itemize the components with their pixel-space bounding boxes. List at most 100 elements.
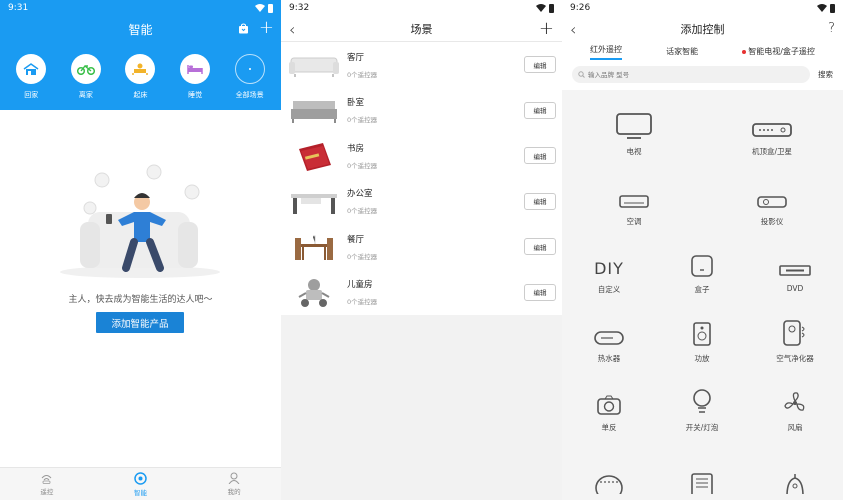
list-item[interactable]: 客厅 0个遥控器 编辑	[281, 42, 562, 88]
edit-button[interactable]: 编辑	[524, 56, 556, 73]
device-label: 盒子	[694, 285, 710, 294]
device-dvd[interactable]: DVD	[745, 242, 843, 293]
remote-icon	[41, 474, 52, 484]
set-top-box-icon	[752, 123, 792, 137]
smart-icon	[134, 471, 147, 485]
smart-header-panel: 9:31 智能 + 回家 离家 起床 睡觉 全部场景	[0, 0, 281, 110]
add-icon[interactable]: +	[539, 18, 554, 39]
nav-mine[interactable]: 我的	[187, 468, 281, 500]
help-icon[interactable]: ?	[828, 21, 835, 36]
add-smart-product-button[interactable]: 添加智能产品	[96, 312, 184, 333]
device-camera[interactable]: 单反	[562, 380, 659, 433]
edit-button[interactable]: 编辑	[524, 101, 556, 119]
status-time: 9:32	[289, 3, 310, 13]
control-tabs: 红外遥控 话家智能 智能电视/盒子遥控	[562, 42, 843, 60]
room-list: 客厅 0个遥控器 编辑 卧室 0个遥控器 编辑 书房 0个遥控器 编辑 办公室 0个遥控…	[281, 42, 562, 315]
scene-label: 全部场景	[235, 91, 264, 99]
wifi-icon	[255, 4, 265, 12]
device-label: 机顶盒/卫星	[751, 147, 793, 156]
device-projector[interactable]: 投影仪	[722, 174, 822, 227]
room-name: 客厅	[347, 52, 365, 63]
wake-up-icon	[132, 63, 149, 75]
room-remote-count: 0个遥控器	[347, 207, 378, 216]
device-air-purifier[interactable]: 空气净化器	[745, 311, 843, 364]
nav-label: 遥控	[40, 487, 54, 496]
tv-icon	[616, 113, 652, 139]
device-air-conditioner[interactable]: 空调	[584, 174, 684, 227]
device-heater[interactable]	[652, 458, 752, 494]
nav-remote[interactable]: 遥控	[0, 468, 94, 500]
bed-icon	[187, 65, 203, 74]
books-icon	[299, 142, 331, 171]
room-name: 儿童房	[347, 280, 373, 291]
device-amplifier[interactable]: 功放	[652, 311, 752, 364]
back-icon[interactable]: ‹	[570, 20, 576, 39]
tab-smart-tv[interactable]: 智能电视/盒子遥控	[742, 46, 815, 60]
device-set-top-box[interactable]: 机顶盒/卫星	[722, 104, 822, 157]
scene-home[interactable]: 回家	[5, 54, 57, 100]
device-grid: 电视 机顶盒/卫星 空调 投影仪 DIY 自定义 盒子 DVD 热水器 功放 空…	[562, 90, 843, 500]
scene-leave[interactable]: 离家	[60, 54, 112, 100]
nav-smart[interactable]: 智能	[94, 468, 188, 500]
edit-button[interactable]: 编辑	[524, 283, 556, 301]
search-icon	[578, 71, 585, 78]
device-label: 开关/灯泡	[685, 423, 719, 432]
scene-all[interactable]: 全部场景	[224, 54, 276, 100]
dvd-icon	[779, 265, 811, 276]
add-icon[interactable]: +	[259, 19, 274, 37]
list-item[interactable]: 餐厅 0个遥控器 编辑	[281, 224, 562, 270]
device-label: 投影仪	[760, 217, 784, 226]
search-input[interactable]	[588, 70, 708, 79]
water-heater-icon	[594, 331, 624, 345]
device-humidifier[interactable]	[745, 458, 843, 494]
device-custom[interactable]: DIY 自定义	[562, 242, 659, 295]
device-label: 空气净化器	[776, 354, 814, 363]
box-icon	[691, 255, 713, 277]
smart-screen: 9:31 智能 + 回家 离家 起床 睡觉 全部场景 主人，快去成为智能生活的达…	[0, 0, 281, 500]
list-item[interactable]: 儿童房 0个遥控器 编辑	[281, 270, 562, 316]
list-item[interactable]: 卧室 0个遥控器 编辑	[281, 88, 562, 134]
projector-icon	[757, 196, 787, 208]
edit-button[interactable]: 编辑	[524, 238, 556, 255]
home-icon	[23, 63, 39, 75]
device-label: 功放	[694, 354, 710, 363]
device-water-heater[interactable]: 热水器	[562, 311, 659, 364]
speaker-icon	[693, 322, 711, 346]
device-fan[interactable]: 风扇	[745, 380, 843, 433]
scene-wake[interactable]: 起床	[114, 54, 166, 100]
device-tv[interactable]: 电视	[584, 104, 684, 157]
wifi-icon	[536, 4, 546, 12]
device-label: 电视	[626, 147, 642, 156]
search-button[interactable]: 搜索	[818, 69, 833, 80]
device-box[interactable]: 盒子	[652, 242, 752, 295]
nav-label: 我的	[227, 488, 241, 496]
room-remote-count: 0个遥控器	[347, 70, 378, 79]
page-title: 智能	[128, 22, 153, 37]
list-item[interactable]: 办公室 0个遥控器 编辑	[281, 179, 562, 225]
edit-button[interactable]: 编辑	[524, 147, 556, 164]
bag-icon[interactable]	[238, 23, 249, 34]
scene-sleep[interactable]: 睡觉	[169, 54, 221, 100]
battery-icon	[549, 3, 554, 13]
empty-state-illustration	[60, 164, 220, 278]
battery-icon	[830, 3, 835, 13]
air-conditioner-icon	[619, 195, 649, 208]
sofa-icon	[289, 57, 339, 77]
room-name: 餐厅	[347, 234, 365, 245]
page-title: 场景	[410, 22, 433, 36]
room-name: 卧室	[347, 98, 365, 109]
device-robot-vacuum[interactable]	[562, 458, 659, 494]
device-label: 自定义	[597, 285, 621, 294]
scene-label: 离家	[78, 91, 93, 99]
edit-button[interactable]: 编辑	[524, 192, 556, 210]
device-switch-bulb[interactable]: 开关/灯泡	[652, 380, 752, 433]
list-item[interactable]: 书房 0个遥控器 编辑	[281, 133, 562, 179]
tab-infrared[interactable]: 红外遥控	[590, 44, 623, 60]
device-label: 风扇	[787, 423, 803, 432]
back-icon[interactable]: ‹	[289, 20, 295, 39]
scene-label: 起床	[133, 91, 148, 99]
status-bar: 9:26	[562, 0, 843, 16]
tab-smart-home[interactable]: 话家智能	[666, 46, 698, 60]
bottom-nav: 遥控 智能 我的	[0, 467, 281, 500]
tab-label: 智能电视/盒子遥控	[748, 47, 815, 56]
